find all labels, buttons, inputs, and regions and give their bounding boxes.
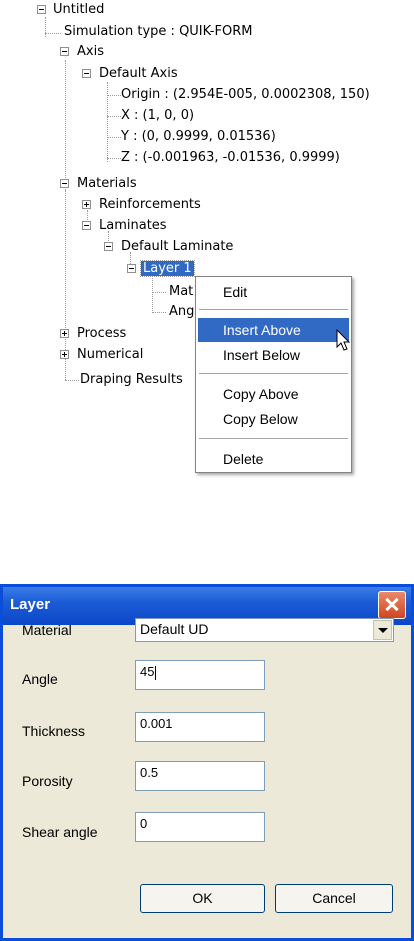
cancel-button[interactable]: Cancel — [275, 884, 393, 913]
dialog-title: Layer — [10, 596, 51, 613]
menu-item-insert-below[interactable]: Insert Below — [198, 343, 349, 367]
tree-node-axis[interactable]: Axis — [75, 43, 106, 61]
tree-node-default-laminate[interactable]: Default Laminate — [119, 238, 235, 256]
menu-item-copy-above[interactable]: Copy Above — [198, 382, 349, 406]
tree-connector — [65, 60, 66, 190]
menu-item-insert-above[interactable]: Insert Above — [198, 318, 349, 342]
tree-node-laminates[interactable]: Laminates — [97, 217, 169, 235]
tree-node-origin[interactable]: Origin : (2.954E-005, 0.0002308, 150) — [119, 86, 372, 104]
material-select[interactable]: Default UD — [135, 618, 394, 642]
tree-connector — [45, 17, 46, 37]
tree-node-root[interactable]: Untitled — [51, 1, 106, 19]
angle-field[interactable]: 45 — [135, 660, 265, 690]
menu-item-delete[interactable]: Delete — [198, 447, 349, 471]
expand-icon[interactable] — [60, 350, 69, 359]
tree-node-material[interactable]: Mat — [167, 283, 195, 301]
expand-icon[interactable] — [82, 200, 91, 209]
tree-node-default-axis[interactable]: Default Axis — [97, 65, 180, 83]
tree-node-angle[interactable]: Ang — [167, 303, 196, 321]
tree-node-y[interactable]: Y : (0, 0.9999, 0.01536) — [119, 128, 278, 146]
thickness-label: Thickness — [22, 723, 86, 739]
tree-connector — [152, 292, 166, 293]
collapse-icon[interactable] — [127, 264, 136, 273]
tree-node-numerical[interactable]: Numerical — [75, 346, 145, 364]
tree-connector — [152, 273, 153, 313]
tree-connector — [45, 33, 61, 34]
tree-node-reinforcements[interactable]: Reinforcements — [97, 196, 203, 214]
tree-node-simulation-type[interactable]: Simulation type : QUIK-FORM — [62, 23, 254, 41]
tree-node-materials[interactable]: Materials — [75, 175, 139, 193]
shear-angle-label: Shear angle — [22, 824, 98, 840]
collapse-icon[interactable] — [37, 5, 46, 14]
tree-node-layer1[interactable]: Layer 1 — [140, 260, 195, 278]
menu-separator — [199, 438, 348, 439]
shear-angle-field[interactable]: 0 — [135, 812, 265, 842]
close-icon[interactable] — [378, 591, 406, 619]
menu-item-edit[interactable]: Edit — [198, 280, 349, 304]
tree-node-process[interactable]: Process — [75, 325, 128, 343]
layer-dialog: Layer Material Default UD Angle 45 Thick… — [0, 584, 414, 941]
menu-separator — [199, 309, 348, 310]
context-menu: Edit Insert Above Insert Below Copy Abov… — [195, 276, 352, 473]
porosity-field[interactable]: 0.5 — [135, 761, 265, 791]
expand-icon[interactable] — [60, 329, 69, 338]
thickness-field[interactable]: 0.001 — [135, 712, 265, 742]
tree-connector — [65, 380, 79, 381]
collapse-icon[interactable] — [60, 179, 69, 188]
tree-node-x[interactable]: X : (1, 0, 0) — [119, 107, 196, 125]
collapse-icon[interactable] — [82, 69, 91, 78]
collapse-icon[interactable] — [60, 47, 69, 56]
menu-separator — [199, 373, 348, 374]
menu-item-copy-below[interactable]: Copy Below — [198, 407, 349, 431]
material-value: Default UD — [140, 621, 209, 637]
material-label: Material — [22, 622, 72, 638]
text-caret — [155, 665, 157, 680]
porosity-label: Porosity — [22, 773, 73, 789]
angle-label: Angle — [22, 671, 58, 687]
tree-connector — [152, 312, 166, 313]
tree-node-z[interactable]: Z : (-0.001963, -0.01536, 0.9999) — [119, 149, 342, 167]
mouse-cursor-icon — [336, 329, 351, 351]
tree-connector — [107, 82, 108, 162]
ok-button[interactable]: OK — [140, 884, 265, 913]
tree-node-draping-results[interactable]: Draping Results — [78, 371, 185, 389]
chevron-down-icon[interactable] — [373, 620, 392, 640]
collapse-icon[interactable] — [82, 221, 91, 230]
collapse-icon[interactable] — [104, 242, 113, 251]
